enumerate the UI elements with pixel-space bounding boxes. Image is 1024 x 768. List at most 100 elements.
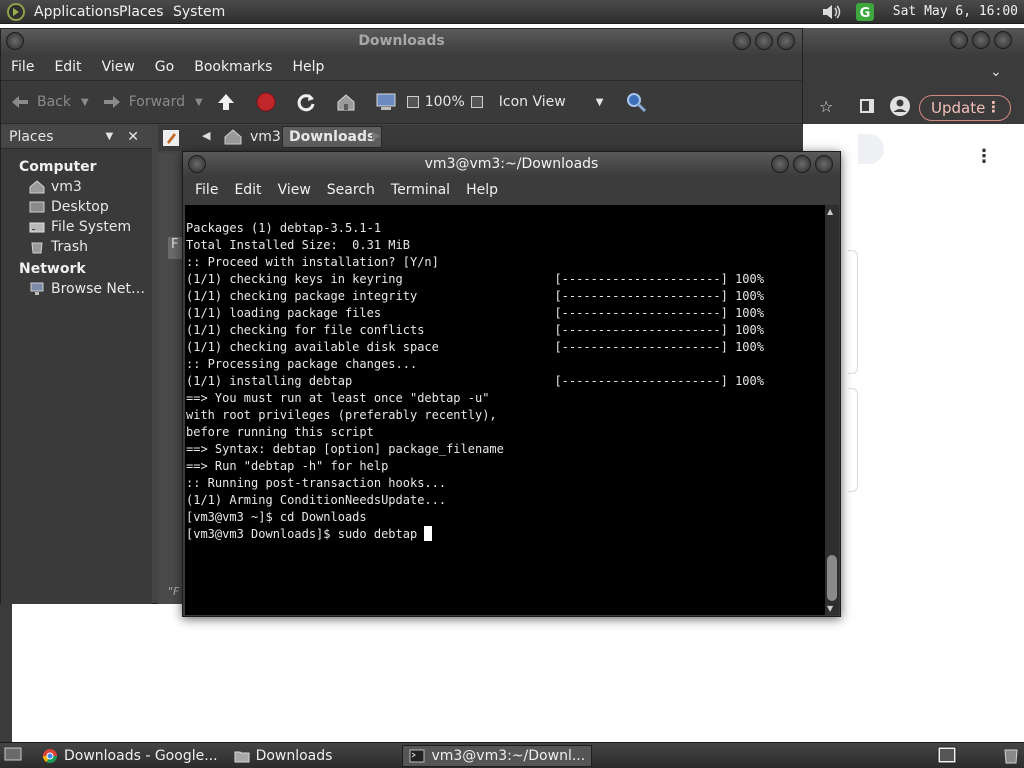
home-folder-icon (224, 129, 242, 149)
minimize-button[interactable] (733, 32, 751, 50)
terminal-line: :: Processing package changes... (186, 357, 418, 371)
bottom-panel: Downloads - Google... Downloads vm3@vm3:… (0, 742, 1024, 768)
volume-icon[interactable] (820, 2, 844, 26)
term-menu-edit[interactable]: Edit (226, 182, 269, 198)
zoom-level[interactable]: 100% (425, 94, 465, 110)
path-bar: ◀ vm3 Downloads ▶ (158, 125, 803, 151)
sidebar-item-browse-network[interactable]: Browse Net… (1, 279, 152, 299)
task-chrome[interactable]: Downloads - Google... (36, 745, 224, 767)
drive-icon (29, 220, 45, 234)
terminal-screen[interactable]: Packages (1) debtap-3.5.1-1 Total Install… (185, 205, 826, 615)
path-crumb-downloads[interactable]: Downloads (282, 126, 383, 148)
terminal-line: with root privileges (preferably recentl… (186, 408, 497, 422)
chrome-window-controls (950, 31, 1012, 49)
chevron-down-icon[interactable]: ⌄ (990, 64, 1002, 80)
fm-menu-view[interactable]: View (92, 59, 145, 75)
terminal-line: (1/1) checking package integrity [------… (186, 289, 764, 303)
terminal-line: (1/1) checking available disk space [---… (186, 340, 764, 354)
terminal-line: :: Proceed with installation? [Y/n] (186, 255, 439, 269)
task-file-manager[interactable]: Downloads (228, 745, 339, 767)
maximize-button[interactable] (793, 155, 811, 173)
back-dropdown-icon[interactable]: ▼ (81, 97, 89, 108)
fm-menu-go[interactable]: Go (145, 59, 184, 75)
fm-menu-help[interactable]: Help (282, 59, 334, 75)
minimize-button[interactable] (771, 155, 789, 173)
page-menu-dots-icon[interactable]: ⋮ (975, 146, 993, 167)
terminal-line: [vm3@vm3 ~]$ cd Downloads (186, 510, 367, 524)
menu-system[interactable]: System (166, 0, 232, 24)
task-terminal[interactable]: vm3@vm3:~/Downl... (402, 744, 593, 767)
path-right-arrow-icon[interactable]: ▶ (372, 129, 380, 142)
home-icon[interactable] (335, 91, 357, 113)
window-menu-button[interactable] (188, 155, 206, 173)
terminal-line: :: Running post-transaction hooks... (186, 476, 447, 490)
forward-dropdown-icon[interactable]: ▼ (195, 97, 203, 108)
terminal-scrollbar[interactable]: ▲ ▼ (825, 205, 839, 615)
maximize-button[interactable] (972, 31, 990, 49)
fm-menu-bookmarks[interactable]: Bookmarks (184, 59, 282, 75)
show-desktop-icon[interactable] (4, 746, 22, 766)
scrollbar-thumb[interactable] (827, 555, 837, 601)
close-button[interactable] (815, 155, 833, 173)
gnome-foot-icon[interactable] (6, 2, 26, 26)
update-notifier-icon[interactable]: G (855, 2, 875, 26)
view-mode-dropdown-icon[interactable]: ▼ (596, 97, 604, 108)
chevron-down-icon[interactable]: ▼ (106, 131, 114, 142)
chrome-icon (42, 748, 58, 764)
path-left-arrow-icon[interactable]: ◀ (202, 129, 210, 142)
edit-location-icon[interactable] (162, 129, 180, 151)
fm-menu-file[interactable]: File (1, 59, 44, 75)
sidepanel-icon[interactable] (860, 99, 874, 113)
text-cursor (424, 526, 433, 541)
computer-icon[interactable] (375, 91, 397, 113)
forward-button[interactable]: Forward ▼ (101, 91, 203, 113)
zoom-in-icon[interactable] (470, 96, 483, 108)
sidebar-item-trash[interactable]: Trash (1, 237, 152, 257)
term-menu-terminal[interactable]: Terminal (383, 182, 458, 198)
sidebar-item-desktop[interactable]: Desktop (1, 197, 152, 217)
up-arrow-icon[interactable] (215, 91, 237, 113)
sidebar-item-filesystem[interactable]: File System (1, 217, 152, 237)
close-button[interactable] (777, 32, 795, 50)
sidebar-item-vm3[interactable]: vm3 (1, 177, 152, 197)
top-panel: Applications Places System G Sat May 6, … (0, 0, 1024, 24)
chrome-update-button[interactable]: Update ⋮ (919, 95, 1011, 121)
term-menu-view[interactable]: View (270, 182, 319, 198)
window-menu-button[interactable] (6, 32, 24, 50)
trash-icon (29, 240, 45, 254)
view-mode-select[interactable]: Icon View (499, 94, 566, 110)
bookmark-star-icon[interactable]: ☆ (819, 97, 833, 116)
clock[interactable]: Sat May 6, 16:00 (893, 0, 1018, 24)
back-button[interactable]: Back ▼ (9, 91, 89, 113)
maximize-button[interactable] (755, 32, 773, 50)
terminal-line: (1/1) checking for file conflicts [-----… (186, 323, 764, 337)
reload-icon[interactable] (295, 91, 317, 113)
minimize-button[interactable] (950, 31, 968, 49)
search-icon[interactable] (625, 91, 647, 113)
trash-applet-icon[interactable] (1003, 746, 1019, 768)
close-button[interactable] (994, 31, 1012, 49)
fm-menu-edit[interactable]: Edit (44, 59, 91, 75)
update-label: Update (931, 99, 986, 117)
scroll-down-icon[interactable]: ▼ (827, 604, 833, 613)
profile-avatar-icon[interactable] (889, 95, 911, 121)
file-manager-title[interactable]: Downloads (1, 29, 802, 54)
workspace-switcher-icon[interactable] (937, 746, 957, 768)
term-menu-help[interactable]: Help (458, 182, 506, 198)
terminal-prompt-line: [vm3@vm3 Downloads]$ sudo debtap (186, 526, 826, 543)
menu-places[interactable]: Places (112, 0, 171, 24)
terminal-line: ==> You must run at least once "debtap -… (186, 391, 490, 405)
desktop-folder-icon (29, 200, 45, 214)
terminal-line: ==> Syntax: debtap [option] package_file… (186, 442, 504, 456)
stop-icon[interactable] (255, 91, 277, 113)
close-sidebar-icon[interactable]: ✕ (127, 129, 139, 145)
term-menu-file[interactable]: File (187, 182, 226, 198)
status-text: "F (168, 585, 180, 598)
places-select[interactable]: Places (9, 129, 54, 145)
terminal-title[interactable]: vm3@vm3:~/Downloads (183, 152, 840, 176)
zoom-out-icon[interactable] (406, 96, 419, 108)
path-crumb-vm3[interactable]: vm3 (244, 127, 287, 147)
terminal-line: (1/1) installing debtap [---------------… (186, 374, 764, 388)
scroll-up-icon[interactable]: ▲ (827, 207, 833, 216)
term-menu-search[interactable]: Search (319, 182, 383, 198)
